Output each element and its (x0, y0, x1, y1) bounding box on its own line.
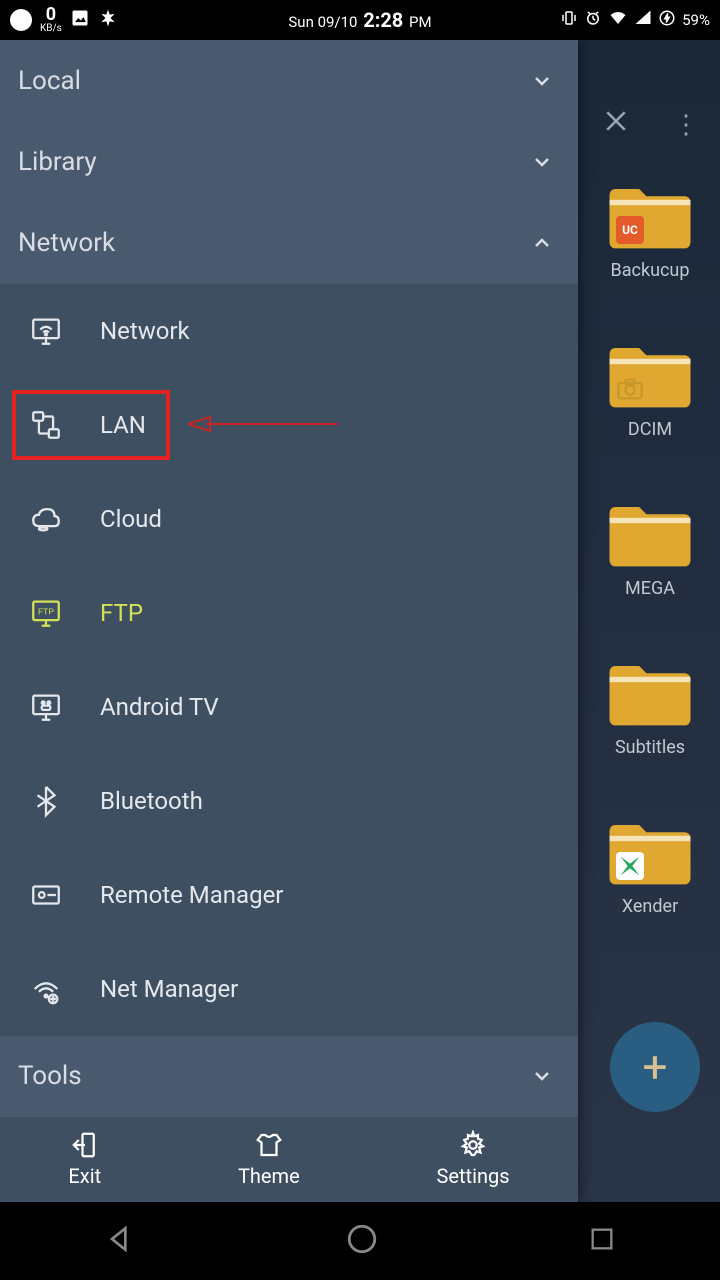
tv-icon (28, 690, 64, 724)
folder-mega[interactable]: MEGA (580, 498, 720, 599)
item-label: Android TV (100, 693, 219, 721)
remote-icon (28, 878, 64, 912)
image-icon (70, 8, 90, 32)
record-indicator-icon (10, 9, 32, 31)
exit-icon (70, 1130, 100, 1160)
section-label: Local (18, 66, 81, 96)
recents-button[interactable] (588, 1225, 616, 1257)
netmgr-icon (28, 972, 64, 1006)
bluetooth-icon (28, 784, 64, 818)
item-label: Network (100, 317, 190, 345)
network-item-remote-manager[interactable]: Remote Manager (0, 848, 578, 942)
folder-dcim[interactable]: DCIM (580, 339, 720, 440)
folder-label: Xender (580, 896, 720, 917)
folder-label: Backucup (580, 260, 720, 281)
battery-icon (658, 9, 676, 31)
network-item-cloud[interactable]: Cloud (0, 472, 578, 566)
network-item-net-manager[interactable]: Net Manager (0, 942, 578, 1036)
status-date: Sun 09/10 (288, 13, 357, 31)
alarm-icon (584, 9, 602, 31)
item-label: Cloud (100, 505, 162, 533)
chevron-down-icon (530, 150, 554, 174)
item-label: FTP (100, 599, 143, 627)
drawer-section-library[interactable]: Library (0, 121, 578, 202)
folder-label: MEGA (580, 578, 720, 599)
close-button[interactable] (601, 106, 631, 144)
exit-button[interactable]: Exit (68, 1130, 101, 1188)
android-nav-bar (0, 1202, 720, 1280)
lan-icon (28, 408, 64, 442)
network-item-network[interactable]: Network (0, 284, 578, 378)
cloud-icon (28, 502, 64, 536)
main-toolbar: ⋮ (580, 80, 720, 170)
network-item-android-tv[interactable]: Android TV (0, 660, 578, 754)
drawer-section-network[interactable]: Network (0, 202, 578, 283)
status-ampm: PM (409, 13, 432, 31)
navigation-drawer: Local Library Network Network LAN (0, 40, 578, 1202)
add-fab-button[interactable]: + (610, 1022, 700, 1112)
folder-label: Subtitles (580, 737, 720, 758)
camera-icon (616, 375, 644, 403)
footer-label: Exit (68, 1164, 101, 1188)
chevron-down-icon (530, 69, 554, 93)
chevron-down-icon (530, 1064, 554, 1088)
folder-xender[interactable]: Xender (580, 816, 720, 917)
more-menu-button[interactable]: ⋮ (673, 110, 699, 140)
ftp-icon: FTP (28, 596, 64, 630)
gear-icon (458, 1130, 488, 1160)
settings-button[interactable]: Settings (437, 1130, 510, 1188)
footer-label: Theme (238, 1164, 300, 1188)
signal-icon (634, 9, 652, 31)
back-button[interactable] (104, 1223, 136, 1259)
drawer-footer: Exit Theme Settings (0, 1117, 578, 1202)
item-label: Remote Manager (100, 881, 283, 909)
chevron-up-icon (530, 231, 554, 255)
folder-label: DCIM (580, 419, 720, 440)
status-time: 2:28 (363, 8, 403, 32)
vibrate-icon (560, 9, 578, 31)
battery-percent: 59% (682, 11, 710, 29)
section-label: Library (18, 147, 97, 177)
theme-button[interactable]: Theme (238, 1130, 300, 1188)
status-bar: 0KB/s Sun 09/10 2:28 PM 59% (0, 0, 720, 40)
section-label: Network (18, 228, 115, 258)
drawer-section-local[interactable]: Local (0, 40, 578, 121)
folder-grid: UC Backucup DCIM MEGA Subtitles (580, 180, 720, 917)
network-speed: 0KB/s (40, 6, 62, 34)
section-label: Tools (18, 1061, 82, 1091)
drawer-section-tools[interactable]: Tools (0, 1036, 578, 1117)
network-item-ftp[interactable]: FTP FTP (0, 566, 578, 660)
folder-icon (604, 339, 696, 411)
folder-icon (604, 498, 696, 570)
wifi-monitor-icon (28, 314, 64, 348)
arrow-annotation (188, 414, 338, 434)
footer-label: Settings (437, 1164, 510, 1188)
folder-backucup[interactable]: UC Backucup (580, 180, 720, 281)
wifi-icon (608, 9, 628, 31)
folder-icon (604, 816, 696, 888)
svg-text:FTP: FTP (38, 606, 54, 616)
leaf-icon (98, 8, 118, 32)
folder-subtitles[interactable]: Subtitles (580, 657, 720, 758)
folder-icon: UC (604, 180, 696, 252)
item-label: Bluetooth (100, 787, 203, 815)
network-item-bluetooth[interactable]: Bluetooth (0, 754, 578, 848)
folder-icon (604, 657, 696, 729)
item-label: LAN (100, 411, 146, 439)
item-label: Net Manager (100, 975, 238, 1003)
home-button[interactable] (345, 1222, 379, 1260)
tshirt-icon (254, 1130, 284, 1160)
